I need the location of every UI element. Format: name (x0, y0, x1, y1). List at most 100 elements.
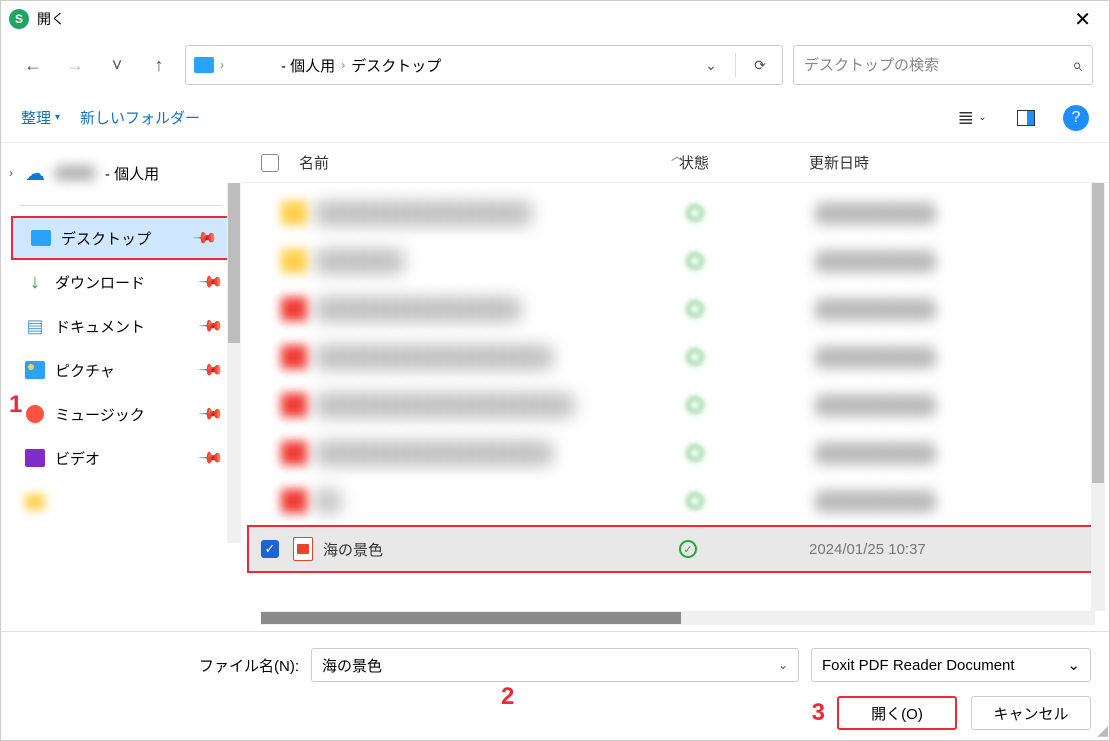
sidebar-item-pictures[interactable]: ピクチャ 📌 (7, 348, 235, 392)
table-row-selected[interactable]: ✓ 海の景色 ✓ 2024/01/25 10:37 (247, 525, 1099, 573)
search-input[interactable] (804, 57, 1072, 74)
cancel-button[interactable]: キャンセル (971, 696, 1091, 730)
file-icon (281, 393, 307, 417)
chevron-down-icon: ⌄ (978, 112, 986, 123)
file-icon (281, 297, 307, 321)
folder-icon (194, 57, 214, 73)
close-icon[interactable]: ✕ (1064, 3, 1101, 36)
filename-label: ファイル名(N): (199, 655, 299, 676)
column-name[interactable]: 名前 (299, 152, 679, 173)
video-icon (25, 449, 45, 467)
address-bar[interactable]: › - 個人用 › デスクトップ ⌄ ⟳ (185, 45, 783, 85)
address-dropdown-icon[interactable]: ⌄ (697, 57, 725, 74)
onedrive-icon: ☁ (25, 163, 45, 183)
table-row[interactable]: ███████████████████████████████ (241, 189, 1109, 237)
folder-icon (281, 249, 307, 273)
pin-icon: 📌 (197, 356, 225, 384)
horizontal-scrollbar[interactable] (261, 611, 1095, 625)
filename-field[interactable]: 海の景色 ⌄ (311, 648, 799, 682)
breadcrumb-sep-icon: › (341, 58, 345, 72)
sidebar-scrollbar[interactable] (227, 183, 241, 543)
sidebar-item-downloads[interactable]: ↓ ダウンロード 📌 (7, 260, 235, 304)
table-row[interactable]: █████████████ (241, 477, 1109, 525)
filetype-filter[interactable]: Foxit PDF Reader Document ⌄ (811, 648, 1091, 682)
sidebar-item-label: ピクチャ (55, 360, 115, 381)
file-icon (281, 489, 307, 513)
organize-label: 整理 (21, 107, 51, 128)
recent-locations-button[interactable]: ˅ (101, 49, 133, 81)
list-icon: ≣ (957, 105, 974, 130)
pin-icon: 📌 (197, 444, 225, 472)
column-state[interactable]: 状態 (679, 152, 809, 173)
file-name: 海の景色 (323, 539, 679, 560)
sidebar-item-label: ミュージック (55, 404, 145, 425)
sidebar-item-music[interactable]: ミュージック 📌 (7, 392, 235, 436)
status-ok-icon: ✓ (679, 540, 697, 558)
select-all-checkbox[interactable] (261, 154, 279, 172)
table-row[interactable]: ███████████████████████████████████ (241, 381, 1109, 429)
sidebar-top-item[interactable]: › ☁ - 個人用 (7, 151, 235, 195)
titlebar: S 開く ✕ (1, 1, 1109, 37)
sidebar-item-documents[interactable]: ▤ ドキュメント 📌 (7, 304, 235, 348)
breadcrumb-seg2[interactable]: - 個人用 (281, 55, 335, 76)
open-button[interactable]: 開く(O) (837, 696, 957, 730)
sort-asc-icon: ︿ (671, 147, 683, 164)
desktop-icon (31, 230, 51, 246)
resize-grip-icon[interactable]: ◢ (1097, 722, 1108, 739)
annotation-3: 3 (812, 699, 825, 727)
sidebar-item-folder[interactable] (7, 480, 235, 524)
filename-value: 海の景色 (322, 655, 382, 676)
pictures-icon (25, 361, 45, 379)
row-checkbox[interactable]: ✓ (261, 540, 279, 558)
search-icon[interactable]: ⌕ (1072, 55, 1082, 76)
back-button[interactable]: ← (17, 49, 49, 81)
search-box[interactable]: ⌕ (793, 45, 1093, 85)
folder-icon (25, 494, 45, 510)
sidebar-item-label: デスクトップ (61, 228, 151, 249)
app-icon: S (9, 9, 29, 29)
sidebar-item-videos[interactable]: ビデオ 📌 (7, 436, 235, 480)
music-icon (26, 405, 44, 423)
chevron-down-icon[interactable]: ⌄ (1067, 656, 1080, 674)
help-button[interactable]: ? (1063, 105, 1089, 131)
breadcrumb-seg1[interactable] (230, 55, 275, 76)
up-button[interactable]: ↑ (143, 49, 175, 81)
files-area: 名前 ︿ 状態 更新日時 ███████████████████████████… (241, 143, 1109, 631)
document-icon: ▤ (25, 316, 45, 336)
column-date[interactable]: 更新日時 (809, 152, 869, 173)
preview-pane-button[interactable] (1009, 101, 1043, 135)
table-row[interactable]: █████████████████████████████████ (241, 333, 1109, 381)
table-row[interactable]: █████████████████████████████████ (241, 429, 1109, 477)
pin-icon: 📌 (197, 312, 225, 340)
chevron-down-icon: ▾ (55, 112, 60, 123)
folder-icon (281, 201, 307, 225)
main-area: › ☁ - 個人用 1 デスクトップ 📌 ↓ ダウンロード 📌 ▤ ドキュメント… (1, 143, 1109, 631)
sidebar-item-label: ビデオ (55, 448, 100, 469)
chevron-right-icon: › (9, 166, 13, 180)
file-icon (281, 345, 307, 369)
file-list: ███████████████████████████████ ████████… (241, 183, 1109, 607)
new-folder-button[interactable]: 新しいフォルダー (80, 107, 200, 128)
forward-button[interactable]: → (59, 49, 91, 81)
filter-value: Foxit PDF Reader Document (822, 657, 1015, 674)
sidebar-item-desktop[interactable]: デスクトップ 📌 (11, 216, 231, 260)
table-row[interactable]: ███████████████████ (241, 237, 1109, 285)
sidebar-item-label (55, 492, 130, 513)
sidebar-top-label: - 個人用 (105, 163, 159, 184)
sidebar-item-label: ダウンロード (55, 272, 145, 293)
refresh-icon[interactable]: ⟳ (746, 57, 774, 74)
file-date: 2024/01/25 10:37 (809, 541, 926, 558)
view-mode-button[interactable]: ≣ ⌄ (955, 101, 989, 135)
footer: ファイル名(N): 海の景色 ⌄ Foxit PDF Reader Docume… (1, 631, 1109, 740)
breadcrumb-sep-icon: › (220, 58, 224, 72)
window-title: 開く (37, 9, 65, 29)
pin-icon: 📌 (197, 400, 225, 428)
breadcrumb-seg3[interactable]: デスクトップ (351, 55, 441, 76)
open-file-dialog: S 開く ✕ ← → ˅ ↑ › - 個人用 › デスクトップ ⌄ ⟳ ⌕ (0, 0, 1110, 741)
vertical-scrollbar[interactable] (1091, 183, 1105, 611)
sidebar: › ☁ - 個人用 1 デスクトップ 📌 ↓ ダウンロード 📌 ▤ ドキュメント… (1, 143, 241, 631)
sidebar-item-label: ドキュメント (55, 316, 145, 337)
table-row[interactable]: ██████████████████████████████ (241, 285, 1109, 333)
chevron-down-icon[interactable]: ⌄ (778, 658, 788, 672)
organize-button[interactable]: 整理 ▾ (21, 107, 60, 128)
